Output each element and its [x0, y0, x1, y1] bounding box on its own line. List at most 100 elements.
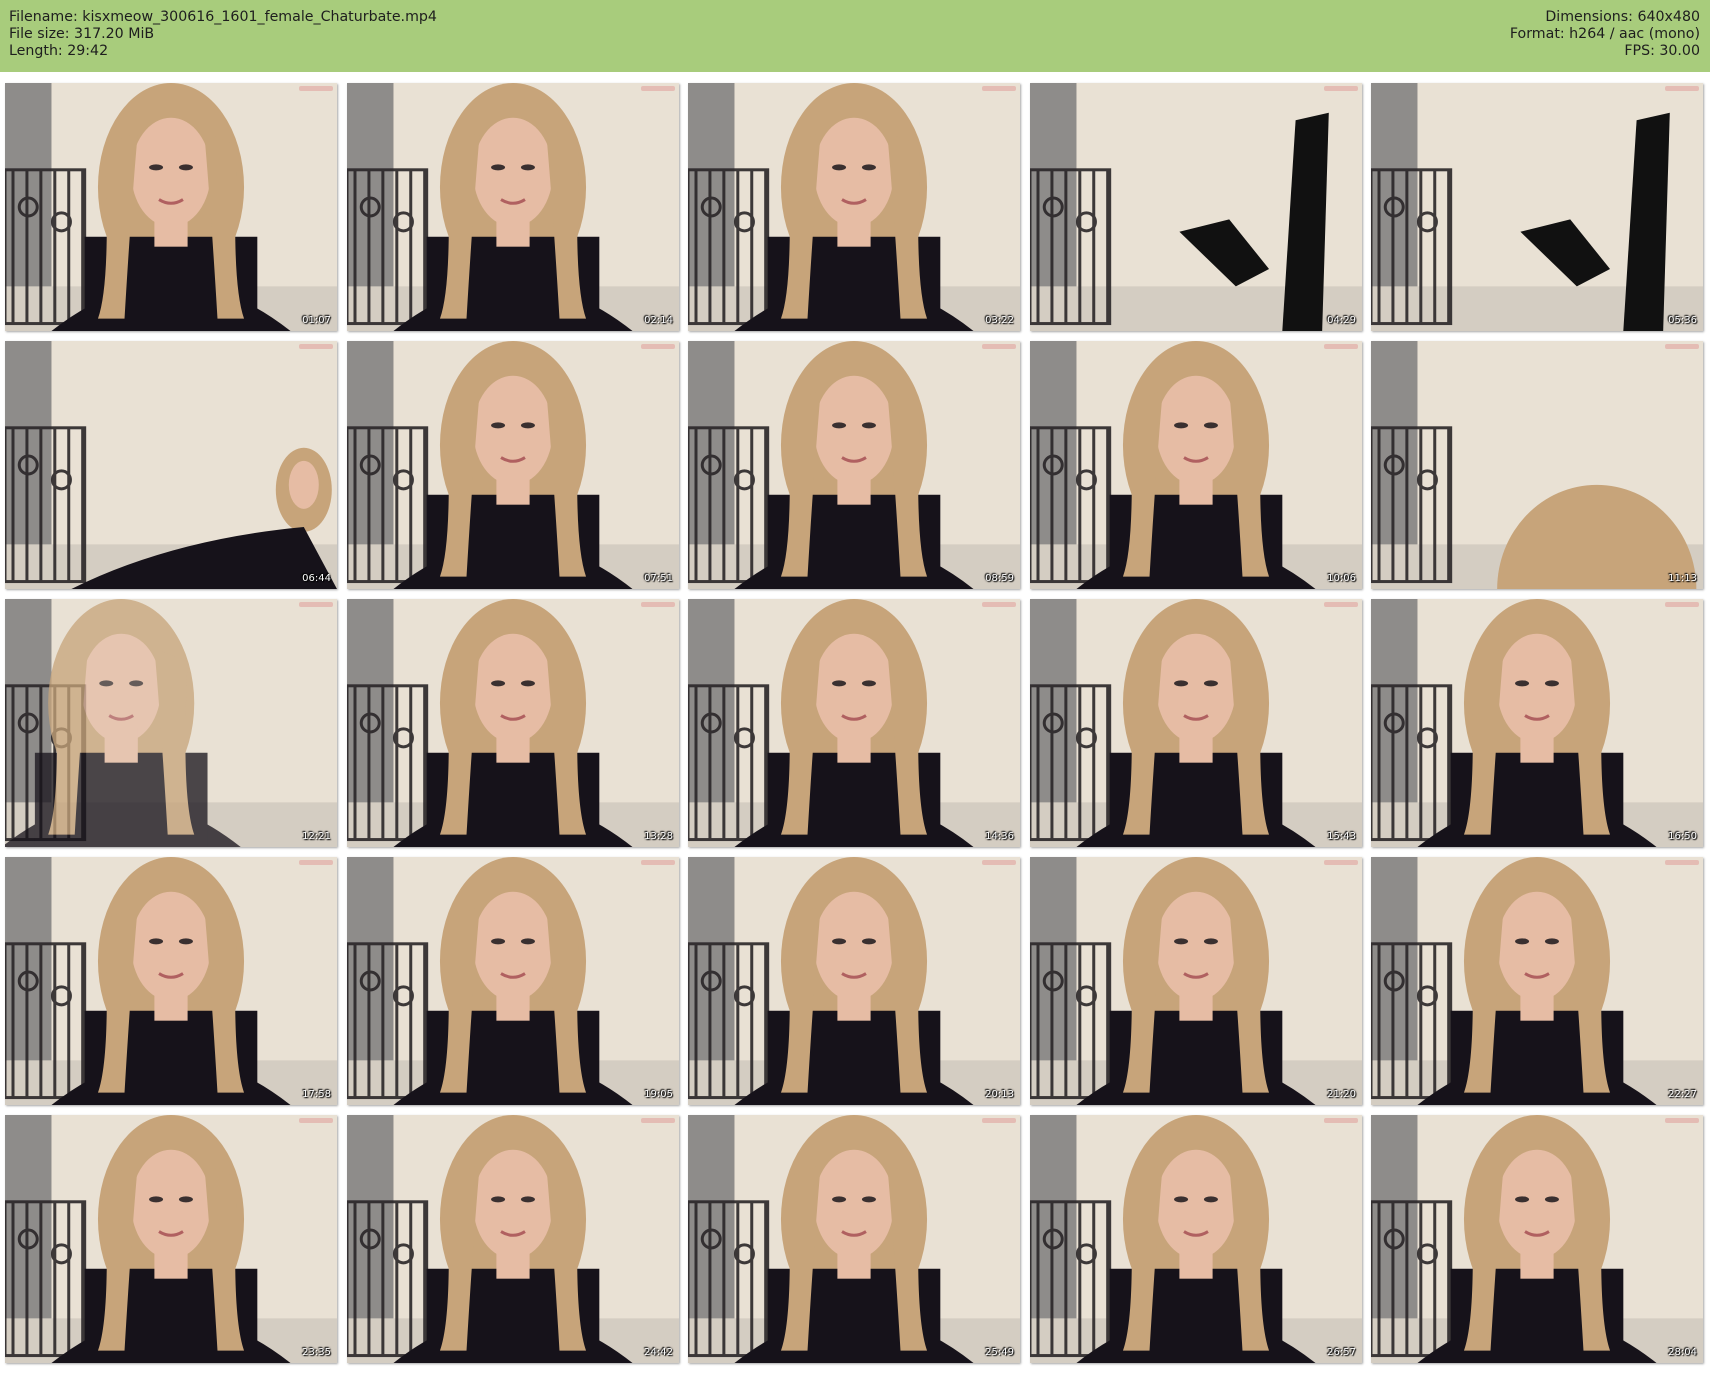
thumbnail-image — [1371, 599, 1703, 847]
timestamp-label: 19:05 — [644, 1089, 673, 1100]
timestamp-label: 13:28 — [644, 831, 673, 842]
video-thumbnail: 26:57 — [1030, 1115, 1362, 1363]
timestamp-label: 20:13 — [985, 1089, 1014, 1100]
video-thumbnail: 22:27 — [1371, 857, 1703, 1105]
thumbnail-image — [688, 83, 1020, 331]
thumbnail-image — [1371, 857, 1703, 1105]
video-thumbnail: 11:13 — [1371, 341, 1703, 589]
thumbnail-image — [688, 1115, 1020, 1363]
video-thumbnail: 13:28 — [347, 599, 679, 847]
watermark — [982, 602, 1016, 607]
filesize-text: File size: 317.20 MiB — [9, 26, 155, 42]
video-thumbnail: 06:44 — [5, 341, 337, 589]
video-thumbnail: 04:29 — [1030, 83, 1362, 331]
timestamp-label: 01:07 — [302, 315, 331, 326]
timestamp-label: 05:36 — [1668, 315, 1697, 326]
timestamp-label: 15:43 — [1327, 831, 1356, 842]
video-thumbnail: 08:59 — [688, 341, 1020, 589]
video-thumbnail: 03:22 — [688, 83, 1020, 331]
thumbnail-image — [1030, 83, 1362, 331]
video-thumbnail: 07:51 — [347, 341, 679, 589]
timestamp-label: 22:27 — [1668, 1089, 1697, 1100]
watermark — [982, 860, 1016, 865]
watermark — [299, 344, 333, 349]
watermark — [641, 344, 675, 349]
timestamp-label: 11:13 — [1668, 573, 1697, 584]
file-info: Filename: kisxmeow_300616_1601_female_Ch… — [9, 9, 437, 60]
timestamp-label: 28:04 — [1668, 1347, 1697, 1358]
timestamp-label: 26:57 — [1327, 1347, 1356, 1358]
thumbnail-image — [688, 857, 1020, 1105]
timestamp-label: 12:21 — [302, 831, 331, 842]
watermark — [1665, 344, 1699, 349]
video-thumbnail: 19:05 — [347, 857, 679, 1105]
timestamp-label: 17:58 — [302, 1089, 331, 1100]
thumbnail-image — [347, 857, 679, 1105]
video-thumbnail: 01:07 — [5, 83, 337, 331]
thumbnail-image — [688, 341, 1020, 589]
watermark — [299, 860, 333, 865]
timestamp-label: 08:59 — [985, 573, 1014, 584]
video-thumbnail: 21:20 — [1030, 857, 1362, 1105]
timestamp-label: 06:44 — [302, 573, 331, 584]
timestamp-label: 02:14 — [644, 315, 673, 326]
watermark — [641, 602, 675, 607]
timestamp-label: 16:50 — [1668, 831, 1697, 842]
watermark — [641, 860, 675, 865]
thumbnail-image — [1030, 599, 1362, 847]
watermark — [1324, 860, 1358, 865]
timestamp-label: 25:49 — [985, 1347, 1014, 1358]
thumbnail-image — [5, 1115, 337, 1363]
thumbnail-image — [5, 599, 337, 847]
length-text: Length: 29:42 — [9, 43, 109, 59]
watermark — [1665, 860, 1699, 865]
timestamp-label: 04:29 — [1327, 315, 1356, 326]
watermark — [1665, 1118, 1699, 1123]
watermark — [982, 344, 1016, 349]
video-thumbnail: 05:36 — [1371, 83, 1703, 331]
thumbnail-image — [1371, 83, 1703, 331]
timestamp-label: 23:35 — [302, 1347, 331, 1358]
video-thumbnail: 10:06 — [1030, 341, 1362, 589]
watermark — [1324, 602, 1358, 607]
video-thumbnail: 16:50 — [1371, 599, 1703, 847]
timestamp-label: 10:06 — [1327, 573, 1356, 584]
video-thumbnail: 25:49 — [688, 1115, 1020, 1363]
video-thumbnail: 23:35 — [5, 1115, 337, 1363]
watermark — [1665, 602, 1699, 607]
watermark — [641, 86, 675, 91]
video-thumbnail: 15:43 — [1030, 599, 1362, 847]
thumbnail-image — [347, 83, 679, 331]
video-thumbnail: 02:14 — [347, 83, 679, 331]
watermark — [1324, 1118, 1358, 1123]
thumbnail-image — [1371, 341, 1703, 589]
thumbnail-image — [1371, 1115, 1703, 1363]
video-thumbnail: 20:13 — [688, 857, 1020, 1105]
thumbnail-image — [347, 341, 679, 589]
video-thumbnail: 17:58 — [5, 857, 337, 1105]
timestamp-label: 07:51 — [644, 573, 673, 584]
video-thumbnail: 12:21 — [5, 599, 337, 847]
watermark — [1324, 344, 1358, 349]
watermark — [641, 1118, 675, 1123]
filename-text: Filename: kisxmeow_300616_1601_female_Ch… — [9, 9, 437, 25]
watermark — [982, 86, 1016, 91]
thumbnail-image — [347, 599, 679, 847]
watermark — [299, 602, 333, 607]
watermark — [1665, 86, 1699, 91]
dimensions-text: Dimensions: 640x480 — [1545, 9, 1700, 25]
video-thumbnail: 28:04 — [1371, 1115, 1703, 1363]
thumbnail-image — [5, 341, 337, 589]
video-thumbnail: 24:42 — [347, 1115, 679, 1363]
thumbnail-image — [5, 83, 337, 331]
thumbnail-image — [688, 599, 1020, 847]
watermark — [1324, 86, 1358, 91]
timestamp-label: 03:22 — [985, 315, 1014, 326]
info-header: Filename: kisxmeow_300616_1601_female_Ch… — [0, 0, 1710, 72]
thumbnail-image — [347, 1115, 679, 1363]
watermark — [982, 1118, 1016, 1123]
stream-info: Dimensions: 640x480 Format: h264 / aac (… — [1510, 9, 1700, 60]
timestamp-label: 14:36 — [985, 831, 1014, 842]
video-thumbnail: 14:36 — [688, 599, 1020, 847]
watermark — [299, 86, 333, 91]
